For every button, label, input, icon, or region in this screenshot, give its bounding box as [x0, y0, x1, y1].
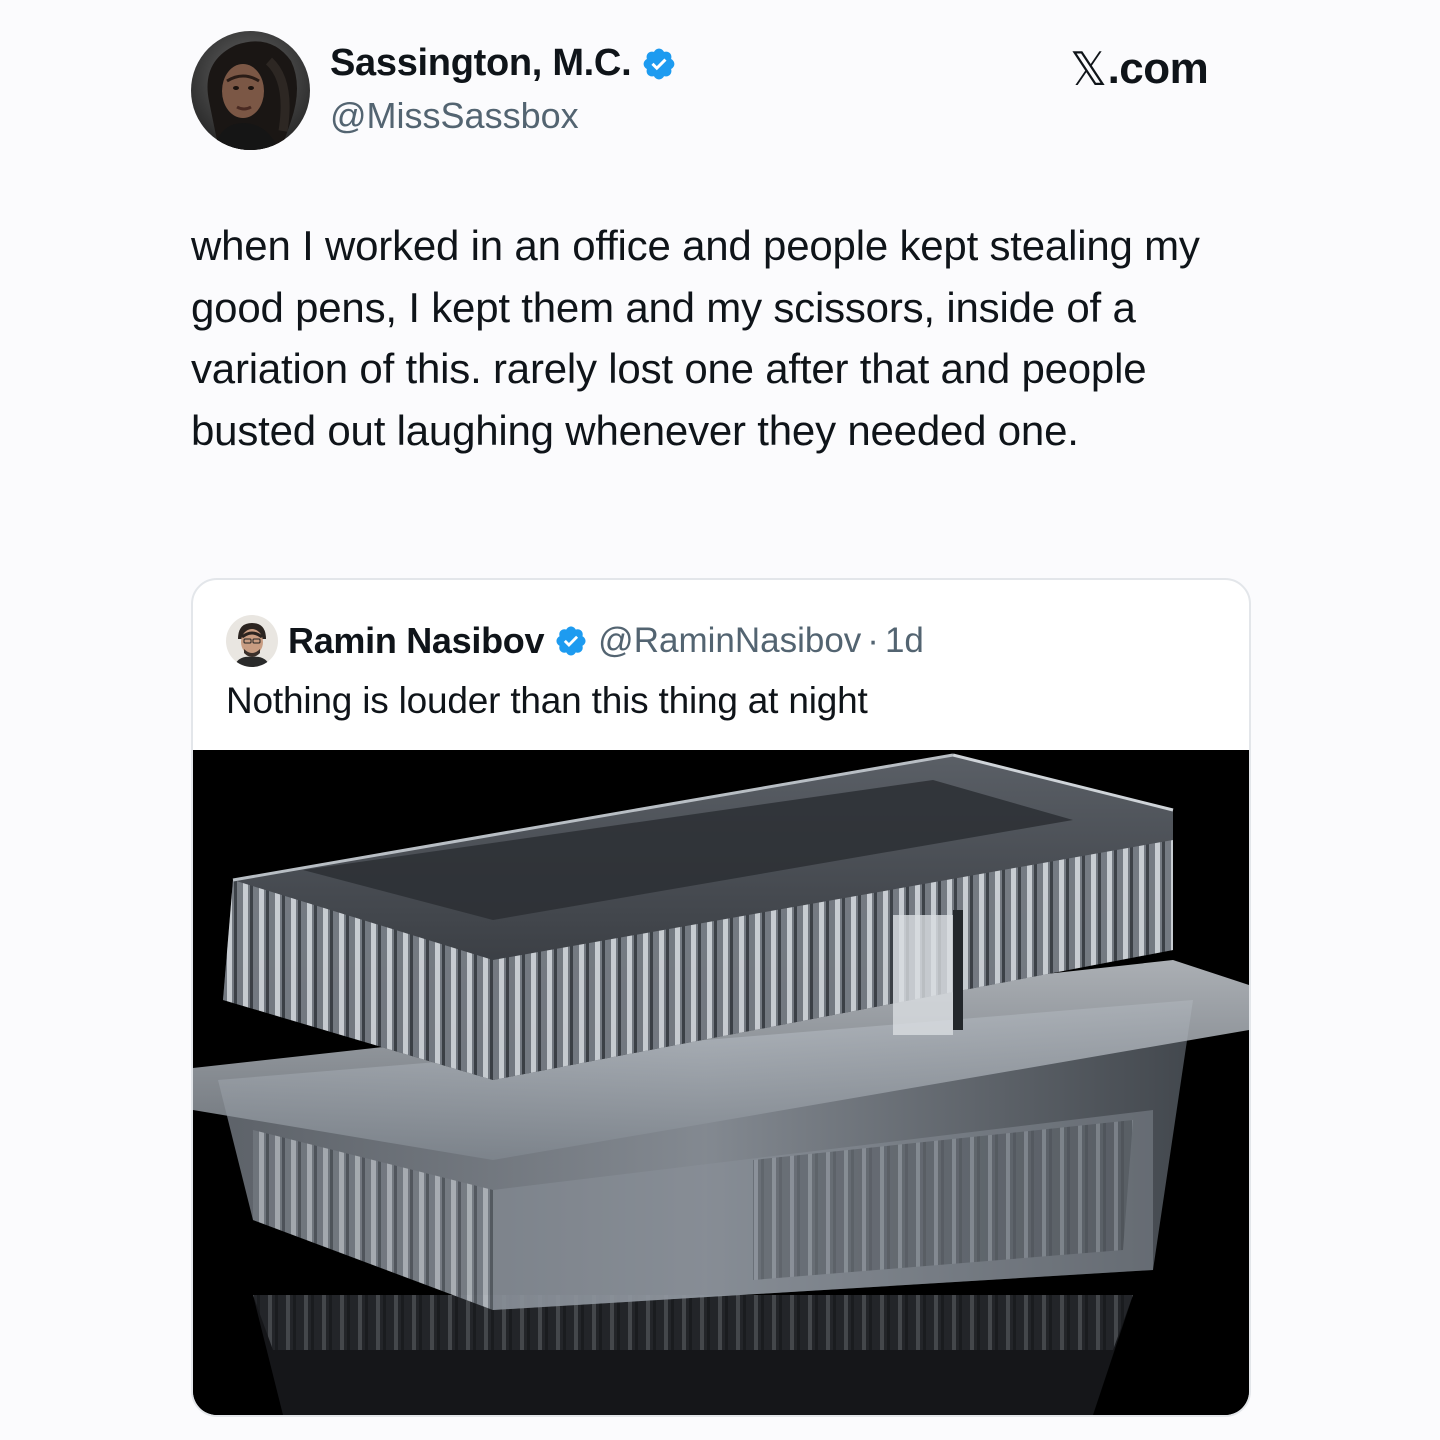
profile-photo-icon [226, 615, 278, 667]
author-display-name[interactable]: Sassington, M.C. [330, 42, 677, 85]
quoted-author-name[interactable]: Ramin Nasibov [288, 620, 544, 662]
quoted-tweet-card[interactable]: Ramin Nasibov @RaminNasibov · 1d Nothing… [191, 578, 1251, 1417]
verified-badge-icon [556, 626, 586, 656]
quoted-tweet-text: Nothing is louder than this thing at nig… [226, 680, 868, 721]
author-name-text[interactable]: Sassington, M.C. [330, 42, 632, 85]
profile-photo-icon [191, 31, 310, 150]
x-logo-icon: 𝕏 [1070, 42, 1107, 96]
tweet-text: when I worked in an office and people ke… [191, 222, 1200, 454]
quoted-tweet-header: Ramin Nasibov @RaminNasibov · 1d [226, 615, 924, 667]
quoted-tweet-media[interactable] [193, 750, 1249, 1415]
author-avatar[interactable] [191, 31, 310, 150]
brand-logo: 𝕏 .com [1070, 42, 1209, 96]
quoted-author-handle[interactable]: @RaminNasibov [598, 621, 861, 661]
author-handle[interactable]: @MissSassbox [330, 95, 579, 137]
brand-suffix: .com [1107, 44, 1209, 93]
quoted-author-avatar[interactable] [226, 615, 278, 667]
clear-plastic-container-photo-icon [193, 750, 1249, 1415]
verified-badge-icon [643, 48, 675, 79]
separator-dot: · [867, 621, 879, 660]
quoted-tweet-timestamp[interactable]: 1d [885, 621, 924, 661]
